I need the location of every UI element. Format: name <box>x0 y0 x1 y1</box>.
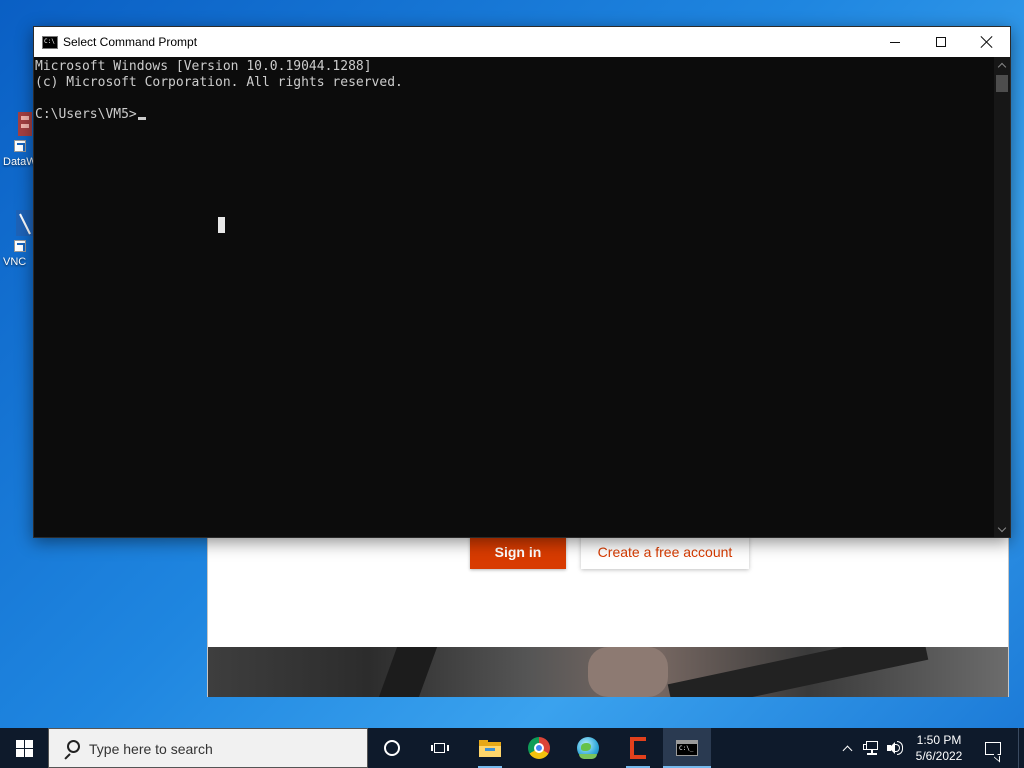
network-icon <box>863 741 879 755</box>
maximize-button[interactable] <box>918 27 964 57</box>
console-line: (c) Microsoft Corporation. All rights re… <box>35 75 403 90</box>
command-prompt-icon: C:\_ <box>676 740 698 756</box>
console-line: Microsoft Windows [Version 10.0.19044.12… <box>35 59 372 74</box>
scroll-up-button[interactable] <box>994 57 1010 73</box>
office-button[interactable] <box>614 728 662 768</box>
search-placeholder: Type here to search <box>89 741 213 757</box>
globe-app-button[interactable] <box>564 728 612 768</box>
background-browser-window[interactable]: Sign in Create a free account <box>207 520 1009 697</box>
window-titlebar[interactable]: Select Command Prompt <box>34 27 1010 57</box>
chevron-up-icon <box>842 745 852 755</box>
close-button[interactable] <box>964 27 1010 57</box>
create-account-button[interactable]: Create a free account <box>581 535 749 569</box>
notification-icon <box>985 741 1001 755</box>
task-view-button[interactable] <box>416 728 464 768</box>
mouse-cursor <box>218 217 225 233</box>
cortana-icon <box>384 740 400 756</box>
search-icon <box>63 740 81 760</box>
desktop-icon-label: DataW <box>3 156 37 168</box>
globe-app-icon <box>577 737 599 759</box>
close-icon <box>981 36 993 48</box>
start-button[interactable] <box>0 728 48 768</box>
desktop-icon-label: VNC <box>3 256 27 268</box>
scroll-down-button[interactable] <box>994 521 1010 537</box>
hero-photo <box>208 647 1008 697</box>
vertical-scrollbar[interactable] <box>994 57 1010 537</box>
chrome-button[interactable] <box>515 728 563 768</box>
show-hidden-icons-button[interactable] <box>838 728 856 768</box>
console-prompt: C:\Users\VM5> <box>35 107 137 122</box>
command-prompt-icon[interactable] <box>42 36 58 49</box>
action-center-button[interactable] <box>976 728 1010 768</box>
window-title: Select Command Prompt <box>63 35 198 49</box>
minimize-button[interactable] <box>872 27 918 57</box>
command-prompt-taskbar-button[interactable]: C:\_ <box>663 728 711 768</box>
taskbar-clock[interactable]: 1:50 PM 5/6/2022 <box>910 732 968 766</box>
shortcut-arrow-icon <box>14 240 26 252</box>
taskbar-search-box[interactable]: Type here to search <box>48 728 368 768</box>
maximize-icon <box>936 37 946 47</box>
clock-time: 1:50 PM <box>916 733 962 747</box>
minimize-icon <box>890 41 900 43</box>
console-output[interactable]: Microsoft Windows [Version 10.0.19044.12… <box>34 57 994 537</box>
taskbar: Type here to search C:\_ 1:50 PM 5/6/202… <box>0 728 1024 768</box>
cortana-button[interactable] <box>368 728 416 768</box>
clock-date: 5/6/2022 <box>915 749 963 763</box>
windows-logo-icon <box>15 739 33 757</box>
show-desktop-button[interactable] <box>1018 728 1024 768</box>
task-view-icon <box>431 740 449 756</box>
network-button[interactable] <box>860 728 882 768</box>
office-icon <box>628 737 648 759</box>
file-explorer-icon <box>479 739 501 757</box>
shortcut-arrow-icon <box>14 140 26 152</box>
desktop: DataW VNC Sign in Create a free account … <box>0 0 1024 728</box>
command-prompt-window[interactable]: Select Command Prompt Microsoft Windows … <box>33 26 1011 538</box>
volume-button[interactable] <box>884 728 906 768</box>
chrome-icon <box>528 737 550 759</box>
text-cursor <box>137 117 146 120</box>
chevron-up-icon <box>997 62 1007 71</box>
file-explorer-button[interactable] <box>466 728 514 768</box>
sign-in-button[interactable]: Sign in <box>470 535 566 569</box>
console-prompt-line[interactable]: C:\Users\VM5> <box>35 107 994 123</box>
scrollbar-thumb[interactable] <box>996 75 1008 92</box>
volume-icon <box>887 741 903 755</box>
chevron-down-icon <box>997 523 1007 532</box>
